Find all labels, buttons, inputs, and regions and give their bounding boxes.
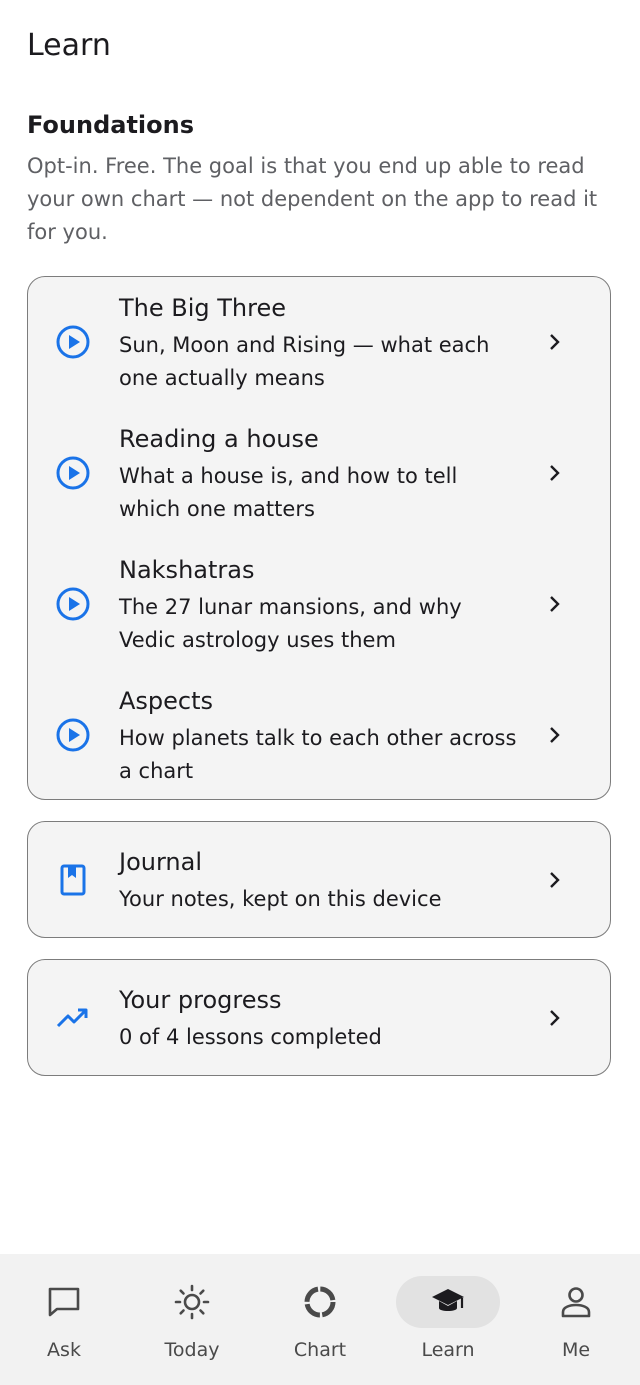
lesson-title: Aspects bbox=[119, 687, 214, 715]
lesson-title: Nakshatras bbox=[119, 556, 255, 584]
chevron-right-icon bbox=[550, 465, 560, 481]
progress-subtitle: 0 of 4 lessons completed bbox=[119, 1025, 382, 1049]
nav-label: Learn bbox=[421, 1339, 475, 1361]
lesson-subtitle: What a house is, and how to tell which o… bbox=[119, 464, 458, 521]
bookmark-book-icon bbox=[60, 864, 86, 896]
lessons-card: The Big Three Sun, Moon and Rising — wha… bbox=[27, 276, 611, 800]
play-circle-icon bbox=[56, 587, 90, 621]
nav-label: Me bbox=[561, 1339, 591, 1361]
play-circle-icon bbox=[56, 718, 90, 752]
journal-subtitle: Your notes, kept on this device bbox=[119, 887, 442, 911]
journal-card: Journal Your notes, kept on this device bbox=[27, 821, 611, 938]
nav-label: Today bbox=[164, 1339, 220, 1361]
progress-title: Your progress bbox=[119, 986, 282, 1014]
nav-item-learn[interactable]: Learn bbox=[384, 1254, 512, 1385]
lesson-subtitle: How planets talk to each other across a … bbox=[119, 726, 517, 783]
lesson-item-big-three[interactable]: The Big Three Sun, Moon and Rising — wha… bbox=[28, 277, 610, 408]
nav-item-ask[interactable]: Ask bbox=[0, 1254, 128, 1385]
lesson-item-nakshatras[interactable]: Nakshatras The 27 lunar mansions, and wh… bbox=[28, 539, 610, 670]
journal-title: Journal bbox=[119, 848, 203, 876]
page-title: Learn bbox=[27, 28, 111, 63]
lesson-item-reading-house[interactable]: Reading a house What a house is, and how… bbox=[28, 408, 610, 539]
section-description: Opt-in. Free. The goal is that you end u… bbox=[27, 154, 598, 244]
chevron-right-icon bbox=[550, 872, 560, 888]
sun-icon bbox=[174, 1284, 210, 1320]
nav-item-me[interactable]: Me bbox=[512, 1254, 640, 1385]
nav-item-today[interactable]: Today bbox=[128, 1254, 256, 1385]
chart-ring-icon bbox=[304, 1286, 336, 1318]
progress-item[interactable]: Your progress 0 of 4 lessons completed bbox=[28, 960, 610, 1075]
nav-item-chart[interactable]: Chart bbox=[256, 1254, 384, 1385]
play-circle-icon bbox=[56, 456, 90, 490]
nav-label: Chart bbox=[293, 1339, 347, 1361]
journal-item[interactable]: Journal Your notes, kept on this device bbox=[28, 822, 610, 937]
lesson-title: The Big Three bbox=[119, 294, 287, 322]
trending-up-icon bbox=[56, 1008, 88, 1028]
bottom-navigation: Ask Today Chart Learn Me bbox=[0, 1254, 640, 1385]
nav-label: Ask bbox=[47, 1339, 81, 1361]
lesson-title: Reading a house bbox=[119, 425, 319, 453]
person-icon bbox=[561, 1287, 591, 1318]
chevron-right-icon bbox=[550, 334, 560, 350]
play-circle-icon bbox=[56, 325, 90, 359]
chevron-right-icon bbox=[550, 596, 560, 612]
progress-card: Your progress 0 of 4 lessons completed bbox=[27, 959, 611, 1076]
chevron-right-icon bbox=[550, 1010, 560, 1026]
lesson-subtitle: The 27 lunar mansions, and why Vedic ast… bbox=[119, 595, 462, 652]
section-title: Foundations bbox=[27, 111, 195, 139]
lesson-item-aspects[interactable]: Aspects How planets talk to each other a… bbox=[28, 670, 610, 801]
lesson-subtitle: Sun, Moon and Rising — what each one act… bbox=[119, 333, 490, 390]
chevron-right-icon bbox=[550, 727, 560, 743]
graduation-cap-icon bbox=[432, 1289, 464, 1311]
chat-bubble-icon bbox=[48, 1287, 80, 1317]
